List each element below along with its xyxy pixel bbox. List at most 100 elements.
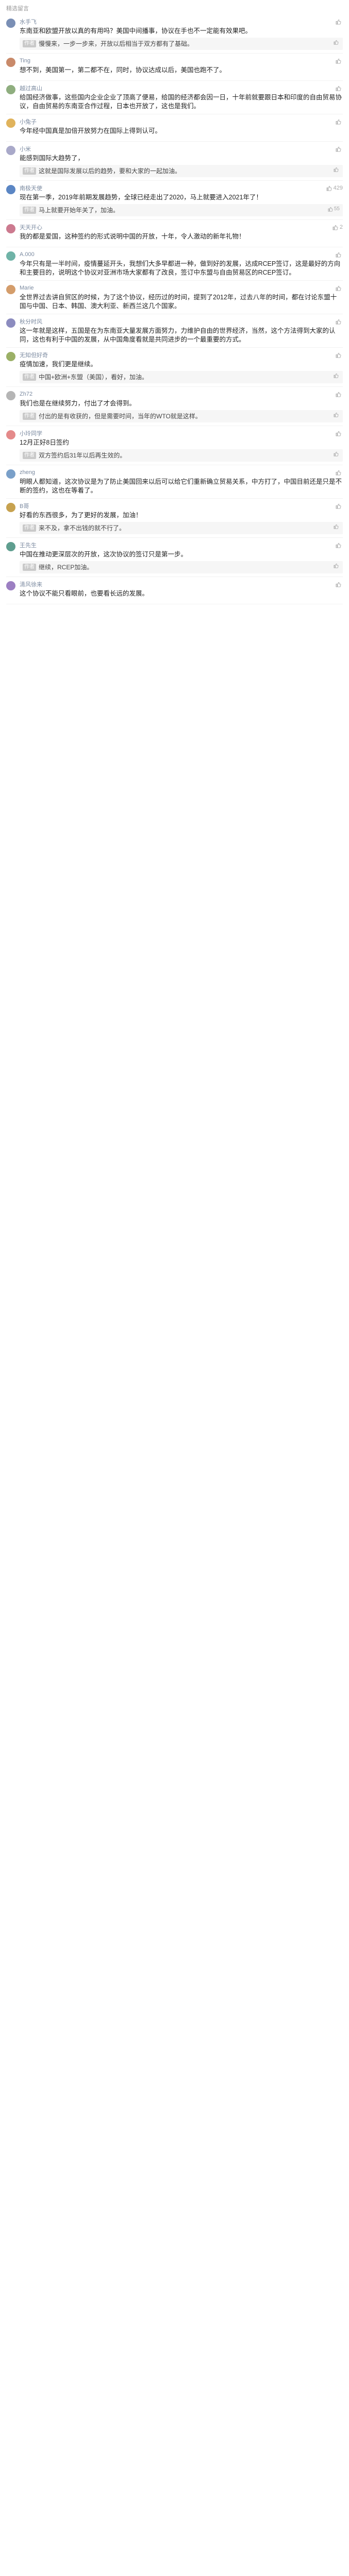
commenter-name[interactable]: 小兔子 <box>20 117 37 126</box>
comment-text: 我们也是在继续努力，付出了才会得到。 <box>20 400 136 407</box>
avatar[interactable] <box>6 251 15 261</box>
like-button[interactable] <box>336 19 343 25</box>
commenter-name[interactable]: zheng <box>20 469 35 476</box>
thumbs-up-icon <box>336 352 341 358</box>
commenter-name[interactable]: 小玲同学 <box>20 429 42 437</box>
like-count: 2 <box>339 224 343 230</box>
like-button[interactable] <box>336 582 343 587</box>
comment-item: A.000 今年只有是一半时间，疫情蔓延开头，我想们大多早都进一种，做到好的发展，… <box>6 247 343 281</box>
section-header: 精选留言 <box>6 6 29 12</box>
like-button[interactable]: 2 <box>333 224 343 230</box>
avatar[interactable] <box>6 118 15 128</box>
comment-item: 小米能感到国际大趋势了， 作者 这就是国际发展以后的趋势，要和大家的一起加油。 <box>6 142 343 181</box>
reply-author-badge: 作者 <box>23 374 36 381</box>
reply-text: 来不及，拿不出钱的就不行了。 <box>39 524 126 532</box>
thumbs-up-icon <box>333 225 338 230</box>
avatar[interactable] <box>6 352 15 361</box>
avatar[interactable] <box>6 185 15 194</box>
commenter-name[interactable]: 小米 <box>20 145 31 153</box>
commenter-name[interactable]: 王先生 <box>20 541 37 549</box>
reply-like-button[interactable] <box>334 563 340 568</box>
comment-item: 秋分时风 这一年就是这样，五国是在为东南亚大量发展方面努力，力维护自由的世界经济，… <box>6 314 343 348</box>
commenter-name[interactable]: 秋分时风 <box>20 317 42 326</box>
commenter-name[interactable]: 清风徐来 <box>20 580 42 588</box>
comment-item: B哥好看的东西很多，为了更好的发展，加油！ 作者 来不及，拿不出钱的就不行了。 <box>6 499 343 538</box>
reply-like-button[interactable] <box>334 40 340 45</box>
reply-like-count: 55 <box>334 206 340 212</box>
like-button[interactable] <box>336 146 343 152</box>
comment-item: 越过高山给国经济做事，这些国内企业企业了顶高了便易，给国的经济都会因一日，十年前… <box>6 81 343 114</box>
author-reply: 作者 双方签约后31年以后再生效的。 <box>20 449 343 462</box>
reply-like-button[interactable] <box>334 524 340 529</box>
commenter-name[interactable]: 水手飞 <box>20 18 37 26</box>
like-button[interactable] <box>336 285 343 291</box>
commenter-name[interactable]: A.000 <box>20 251 35 258</box>
commenter-name[interactable]: 南极天使 <box>20 184 42 192</box>
commenter-name[interactable]: B哥 <box>20 502 29 510</box>
avatar[interactable] <box>6 85 15 94</box>
avatar[interactable] <box>6 391 15 400</box>
comment-item: zheng 明眼人都知道，这次协议是为了防止美国回来以后可以给它们重新确立贸易关系… <box>6 465 343 499</box>
commenter-name[interactable]: Ting <box>20 58 30 64</box>
avatar[interactable] <box>6 581 15 590</box>
comment-text: 好看的东西很多，为了更好的发展，加油！ <box>20 512 142 519</box>
author-reply: 作者 这就是国际发展以后的趋势，要和大家的一起加油。 <box>20 165 343 177</box>
like-button[interactable] <box>336 58 343 64</box>
like-button[interactable] <box>336 319 343 325</box>
thumbs-up-icon <box>334 563 339 568</box>
reply-like-button[interactable]: 55 <box>328 206 340 212</box>
reply-like-button[interactable] <box>334 412 340 417</box>
author-reply: 作者 来不及，拿不出钱的就不行了。 <box>20 522 343 534</box>
thumbs-up-icon <box>336 431 341 436</box>
like-button[interactable] <box>336 470 343 476</box>
reply-author-badge: 作者 <box>23 167 36 175</box>
author-reply: 作者 马上就要开始年关了，加油。 55 <box>20 204 343 216</box>
avatar[interactable] <box>6 430 15 439</box>
comment-text: 这个协议不能只看眼前，也要看长远的发展。 <box>20 590 149 597</box>
commenter-name[interactable]: 天天开心 <box>20 223 42 231</box>
reply-text: 中国+欧洲+东盟（美国），看好，加油。 <box>39 374 148 381</box>
avatar[interactable] <box>6 146 15 155</box>
comment-text: 中国在推动更深层次的开放，这次协议的签订只是第一步。 <box>20 551 188 558</box>
comment-text: 东南亚和欧盟开放以真的有用吗？美国中间播事，协议在手也不一定能有效果吧。 <box>20 27 252 35</box>
comment-item: 王先生 中国在推动更深层次的开放，这次协议的签订只是第一步。 作者 继续，RCEP加油… <box>6 538 343 577</box>
author-reply: 作者 中国+欧洲+东盟（美国），看好，加油。 <box>20 371 343 383</box>
avatar[interactable] <box>6 469 15 479</box>
like-button[interactable]: 429 <box>326 185 343 191</box>
reply-author-badge: 作者 <box>23 524 36 532</box>
thumbs-up-icon <box>336 543 341 548</box>
like-button[interactable] <box>336 352 343 358</box>
reply-like-button[interactable] <box>334 167 340 172</box>
like-button[interactable] <box>336 86 343 91</box>
like-button[interactable] <box>336 503 343 509</box>
like-button[interactable] <box>336 252 343 258</box>
commenter-name[interactable]: Marie <box>20 285 34 291</box>
comment-text: 12月正好8日签约 <box>20 439 69 446</box>
like-button[interactable] <box>336 431 343 436</box>
like-button[interactable] <box>336 543 343 548</box>
avatar[interactable] <box>6 503 15 512</box>
like-button[interactable] <box>336 119 343 125</box>
comment-text: 能感到国际大趋势了， <box>20 155 85 162</box>
commenter-name[interactable]: 越过高山 <box>20 84 42 92</box>
like-button[interactable] <box>336 392 343 397</box>
reply-like-button[interactable] <box>334 451 340 456</box>
avatar[interactable] <box>6 58 15 67</box>
reply-author-badge: 作者 <box>23 413 36 420</box>
comment-text: 想不到，美国第一，第二都不在，同时，协议达成以后，美国也跑不了。 <box>20 66 226 74</box>
commenter-name[interactable]: 无知但好奇 <box>20 351 48 359</box>
avatar[interactable] <box>6 318 15 328</box>
reply-like-button[interactable] <box>334 373 340 378</box>
thumbs-up-icon <box>336 86 341 91</box>
comment-text: 给国经济做事，这些国内企业企业了顶高了便易，给国的经济都会因一日，十年前就要跟日… <box>20 94 342 110</box>
avatar[interactable] <box>6 285 15 294</box>
avatar[interactable] <box>6 224 15 233</box>
avatar[interactable] <box>6 19 15 28</box>
thumbs-up-icon <box>328 207 333 212</box>
avatar[interactable] <box>6 542 15 551</box>
comment-item: Marie 全世界过去讲自贸区的时候，为了这个协议，经历过的时间，提到了2012年… <box>6 281 343 314</box>
thumbs-up-icon <box>336 582 341 587</box>
comment-text: 全世界过去讲自贸区的时候，为了这个协议，经历过的时间，提到了2012年，过去八年… <box>20 294 337 310</box>
commenter-name[interactable]: Zh72 <box>20 391 32 397</box>
reply-author-badge: 作者 <box>23 207 36 214</box>
